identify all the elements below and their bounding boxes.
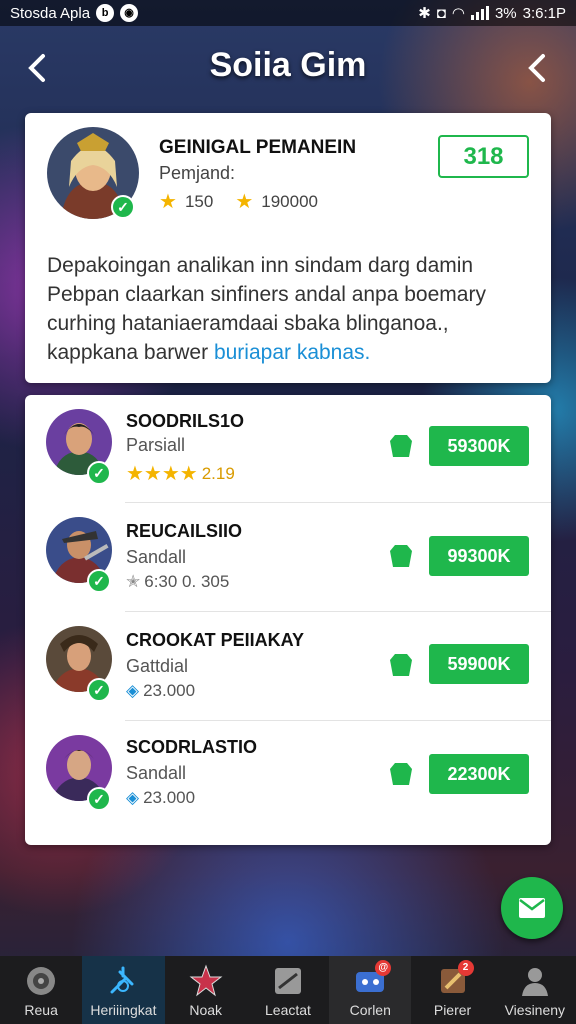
star-icon	[189, 964, 223, 997]
profile-name: GΕΙNIGAL PEMANEIN	[159, 137, 357, 158]
diamond-icon: ◈	[126, 788, 140, 807]
nav-item-pierer[interactable]: 2 Pierer	[411, 956, 493, 1024]
status-left: Stosda Apla b ◉	[10, 4, 139, 22]
profile-stat-2: 190000	[261, 191, 318, 211]
game-notification-icon: ◉	[120, 4, 139, 22]
player-meta: ◈ 23.000	[126, 788, 195, 808]
player-value: 23.000	[143, 788, 196, 807]
verified-check-icon: ✓	[111, 195, 135, 219]
nav-label: Noak	[189, 1002, 223, 1018]
bluetooth-icon: ✱	[418, 5, 431, 22]
profile-stats: ★ 150 ★ 190000	[159, 189, 318, 214]
player-role: Sandall	[126, 547, 187, 567]
nav-item-noak[interactable]: Noak	[165, 956, 247, 1024]
shop-bag-icon	[390, 435, 412, 457]
player-name: SCODRLASTIO	[126, 737, 258, 757]
status-right: ✱ ◘ ◠ 3% 3:6:1P	[418, 4, 566, 23]
chevron-left-icon	[528, 54, 545, 82]
nav-item-heriiingkat[interactable]: Heriiingkat	[82, 956, 165, 1024]
player-meta: ✭ 6:30 0. 305	[126, 572, 229, 592]
player-rating: 2.19	[201, 463, 235, 483]
nav-label: Viesineny	[504, 1002, 566, 1018]
player-name: SOODRILS1O	[126, 411, 245, 431]
description-link[interactable]: buriapar kabnas.	[214, 341, 370, 364]
status-time: 3:6:1P	[522, 4, 566, 22]
amount-button[interactable]: 99300K	[429, 536, 529, 576]
battery-level: 3%	[494, 4, 517, 22]
list-item[interactable]: ✓ REUCAILSIIO Sandall ✭ 6:30 0. 305 9930…	[25, 503, 551, 611]
profile-stat-1: 150	[184, 191, 214, 211]
player-stats: 6:30 0. 305	[144, 572, 230, 591]
nav-item-leactat[interactable]: Leactat	[247, 956, 329, 1024]
shop-bag-icon	[390, 654, 412, 676]
wifi-icon: ◠	[451, 5, 465, 22]
notification-badge: @	[375, 960, 392, 976]
stats-icon	[274, 968, 301, 994]
player-value: 23.000	[143, 681, 196, 700]
profile-description: Depakoingan analikan inn sindam darg dam…	[47, 251, 527, 367]
status-app-name: Stosda Apla	[10, 4, 91, 22]
player-list: ✓ SOODRILS1O Parsiall ★★★★ 2.19 59300K ✓…	[25, 395, 551, 845]
message-fab[interactable]	[501, 877, 563, 939]
nav-label: Reua	[24, 1002, 58, 1018]
alarm-icon: ◘	[436, 4, 446, 22]
star-icon: ★	[159, 191, 177, 213]
list-item[interactable]: ✓ SOODRILS1O Parsiall ★★★★ 2.19 59300K	[25, 395, 551, 503]
notification-badge: 2	[457, 960, 474, 976]
player-role: Sandall	[126, 763, 187, 783]
star-outline-icon: ✭	[126, 572, 141, 591]
page-title: Soiia Gim	[209, 46, 367, 84]
player-name: CROOKAT PEIIAKAY	[126, 630, 305, 650]
gamepad-icon-wrap: @	[353, 960, 392, 998]
player-meta: ◈ 23.000	[126, 681, 195, 701]
nav-label: Leactat	[265, 1002, 311, 1018]
signal-icon	[470, 6, 489, 20]
profile-card: ✓ GΕΙNIGAL PEMANEIN Pemjand: ★ 150 ★ 190…	[25, 113, 551, 383]
verified-check-icon: ✓	[87, 787, 111, 811]
sword-icon	[110, 966, 134, 994]
bottom-nav: Reua Heriiingkat Noak Leactat @ Corlen 2…	[0, 956, 576, 1024]
shop-bag-icon	[390, 545, 412, 567]
verified-check-icon: ✓	[87, 678, 111, 702]
player-role: Parsiall	[126, 435, 186, 455]
secondary-back-button[interactable]	[518, 48, 558, 88]
diamond-icon: ◈	[126, 681, 140, 700]
nav-item-reua[interactable]: Reua	[0, 956, 82, 1024]
player-meta: ★★★★ 2.19	[126, 461, 235, 486]
profile-icon	[521, 968, 548, 996]
nav-label: Corlen	[349, 1002, 391, 1018]
verified-check-icon: ✓	[87, 569, 111, 593]
mail-icon	[519, 898, 545, 918]
status-bar: Stosda Apla b ◉ ✱ ◘ ◠ 3% 3:6:1P	[0, 0, 576, 26]
player-role: Gattdial	[126, 656, 189, 676]
amount-button[interactable]: 59900K	[429, 644, 529, 684]
header: Soiia Gim	[0, 26, 576, 112]
list-item[interactable]: ✓ SCODRLASTIO Sandall ◈ 23.000 22300K	[25, 721, 551, 829]
player-name: REUCAILSIIO	[126, 521, 243, 541]
notification-icon: b	[96, 4, 115, 22]
star-icon: ★	[235, 191, 254, 213]
amount-button[interactable]: 59300K	[429, 426, 529, 466]
profile-subtitle: Pemjand:	[159, 163, 236, 183]
nav-item-viesineny[interactable]: Viesineny	[494, 956, 576, 1024]
potion-icon-wrap: 2	[436, 960, 474, 998]
settings-wheel-icon	[27, 967, 56, 995]
score-badge[interactable]: 318	[438, 135, 529, 178]
amount-button[interactable]: 22300K	[429, 754, 529, 794]
list-item[interactable]: ✓ CROOKAT PEIIAKAY Gattdial ◈ 23.000 599…	[25, 612, 551, 720]
nav-label: Pierer	[433, 1002, 472, 1018]
shop-bag-icon	[390, 763, 412, 785]
star-icon: ★★★★	[126, 463, 198, 485]
nav-item-corlen[interactable]: @ Corlen	[329, 956, 412, 1024]
verified-check-icon: ✓	[87, 461, 111, 485]
nav-label: Heriiingkat	[90, 1002, 157, 1018]
